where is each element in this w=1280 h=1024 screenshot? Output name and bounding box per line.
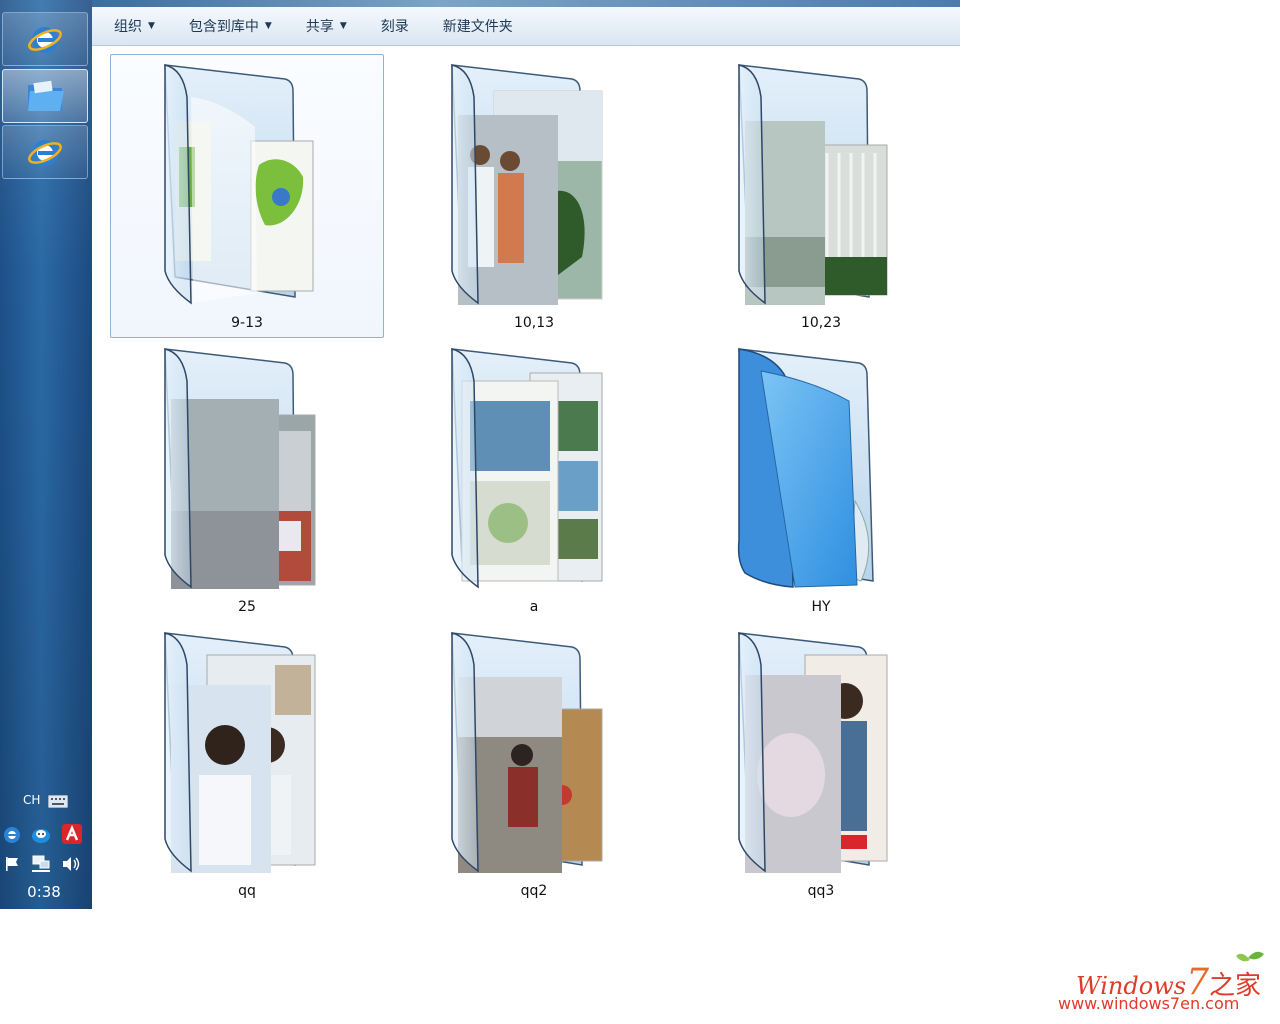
folder-item-10-23[interactable]: 10,23: [684, 54, 958, 338]
new-folder-button[interactable]: 新建文件夹: [433, 12, 523, 40]
new-folder-label: 新建文件夹: [442, 19, 513, 35]
folder-label: qq3: [807, 883, 835, 899]
folder-icon: [164, 64, 314, 305]
language-indicator[interactable]: CH: [23, 793, 40, 807]
folder-item-qq3[interactable]: qq3: [684, 622, 958, 906]
flag-icon[interactable]: [2, 855, 22, 873]
folder-item-10-13[interactable]: 10,13: [397, 54, 671, 338]
internet-explorer-icon: [28, 140, 62, 166]
antivirus-tray-icon[interactable]: [60, 823, 84, 845]
windows-explorer-icon: [28, 80, 64, 111]
ie-tray-icon[interactable]: [2, 825, 22, 845]
folder-item-a[interactable]: a: [397, 338, 671, 622]
folder-label: 10,23: [800, 315, 842, 331]
organize-button[interactable]: 组织 ▼: [104, 12, 165, 40]
chevron-down-icon: ▼: [339, 21, 347, 31]
taskbar: CH 0:38: [0, 0, 93, 909]
folder-icon: [451, 632, 603, 873]
folder-icon: [738, 64, 888, 305]
file-view: 9-13 10,13 10,23 25 a HY qq qq2 qq3: [92, 46, 960, 909]
folder-icon: [737, 348, 874, 588]
command-bar: 组织 ▼ 包含到库中 ▼ 共享 ▼ 刻录 新建文件夹: [92, 7, 960, 46]
include-in-library-label: 包含到库中: [188, 19, 259, 35]
watermark-url: www.windows7en.com: [1058, 994, 1240, 1013]
folder-icon: [451, 348, 603, 589]
taskbar-ie-button[interactable]: [2, 12, 88, 66]
internet-explorer-icon: [28, 27, 62, 53]
leaf-icon: [1236, 951, 1264, 962]
window-title-strip: [92, 0, 960, 7]
include-in-library-button[interactable]: 包含到库中 ▼: [179, 12, 282, 40]
folder-item-qq2[interactable]: qq2: [397, 622, 671, 906]
folder-item-hy[interactable]: HY: [684, 338, 958, 622]
folder-icon: [738, 632, 888, 873]
folder-label: 10,13: [513, 315, 555, 331]
organize-label: 组织: [114, 19, 142, 35]
taskbar-explorer-button[interactable]: [2, 69, 88, 123]
watermark-logo: Windows7之家 www.windows7en.com: [1058, 948, 1273, 1020]
keyboard-icon[interactable]: [47, 793, 69, 809]
explorer-window: 组织 ▼ 包含到库中 ▼ 共享 ▼ 刻录 新建文件夹 9-13 10,13 10…: [92, 0, 960, 909]
folder-label: a: [529, 599, 539, 615]
folder-icon: [451, 64, 603, 305]
folder-label: HY: [811, 599, 831, 615]
folder-label: 9-13: [231, 315, 263, 331]
share-button[interactable]: 共享 ▼: [296, 12, 357, 40]
qq-tray-icon[interactable]: [30, 825, 52, 845]
burn-button[interactable]: 刻录: [371, 12, 419, 40]
share-label: 共享: [305, 19, 334, 35]
taskbar-ie-button-2[interactable]: [2, 125, 88, 179]
clock[interactable]: 0:38: [0, 883, 88, 901]
network-icon[interactable]: [30, 855, 52, 873]
chevron-down-icon: ▼: [264, 21, 272, 31]
folder-icon: [164, 632, 316, 873]
folder-label: qq2: [520, 883, 548, 899]
volume-icon[interactable]: [60, 855, 82, 873]
folder-label: qq: [238, 883, 256, 899]
folder-item-25[interactable]: 25: [110, 338, 384, 622]
folder-item-9-13[interactable]: 9-13: [110, 54, 384, 338]
folder-label: 25: [238, 599, 256, 615]
burn-label: 刻录: [380, 19, 409, 35]
folder-item-qq[interactable]: qq: [110, 622, 384, 906]
chevron-down-icon: ▼: [148, 21, 155, 31]
folder-icon: [164, 348, 316, 589]
